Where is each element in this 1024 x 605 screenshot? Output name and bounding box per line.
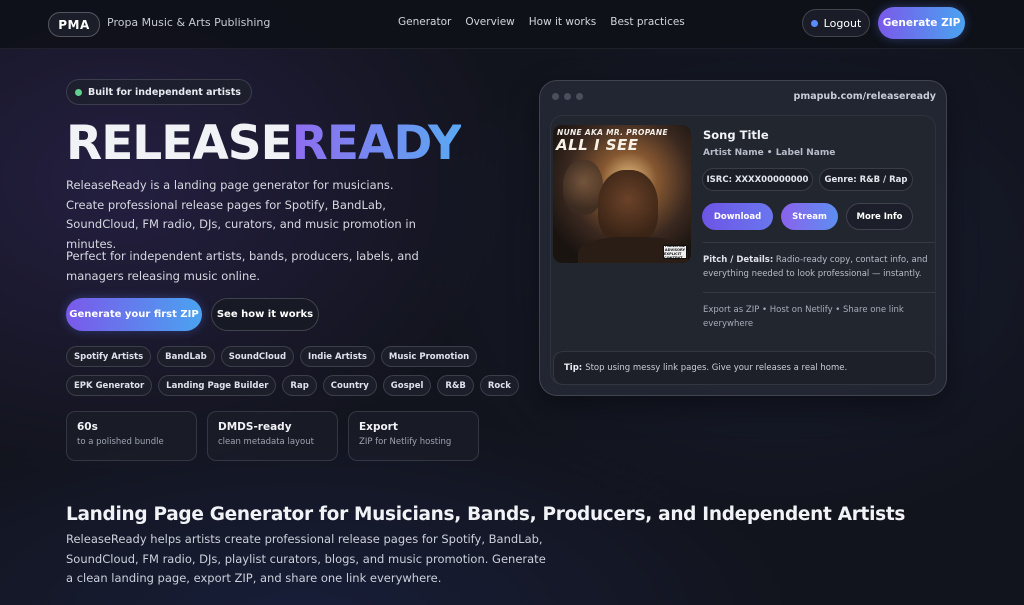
tag-soundcloud[interactable]: SoundCloud <box>220 346 295 367</box>
nav-link-generator[interactable]: Generator <box>398 16 451 28</box>
preview-url: pmapub.com/releaseready <box>793 91 936 102</box>
stat-card-speed: 60s to a polished bundle <box>66 411 197 461</box>
stats-row: 60s to a polished bundle DMDS-ready clea… <box>66 411 479 461</box>
parental-advisory-icon: PARENTAL ADVISORY EXPLICIT CONTENT <box>663 244 687 260</box>
tag-rnb[interactable]: R&B <box>437 375 474 396</box>
album-art-figure <box>563 160 603 215</box>
stat-title: DMDS-ready <box>218 421 292 433</box>
stream-button[interactable]: Stream <box>781 203 838 230</box>
brand-logo[interactable]: PMA <box>48 12 100 37</box>
song-title: Song Title <box>703 128 769 142</box>
window-dot-icon <box>576 93 583 100</box>
tip-box: Tip: Stop using messy link pages. Give y… <box>553 351 936 385</box>
tag-music-promotion[interactable]: Music Promotion <box>380 346 478 367</box>
genre-pill: Genre: R&B / Rap <box>819 168 913 191</box>
main-nav: Generator Overview How it works Best pra… <box>398 16 685 28</box>
logout-label: Logout <box>823 16 862 30</box>
pitch-details: Pitch / Details: Radio-ready copy, conta… <box>703 253 929 281</box>
release-page-preview: pmapub.com/releaseready NUNE AKA MR. PRO… <box>539 80 947 396</box>
tag-epk-generator[interactable]: EPK Generator <box>66 375 153 396</box>
stat-subtitle: to a polished bundle <box>77 437 164 447</box>
nav-link-overview[interactable]: Overview <box>465 16 514 28</box>
stat-card-dmds: DMDS-ready clean metadata layout <box>207 411 338 461</box>
see-how-it-works-button[interactable]: See how it works <box>211 298 319 331</box>
generate-first-zip-button[interactable]: Generate your first ZIP <box>66 298 202 331</box>
tag-rap[interactable]: Rap <box>282 375 317 396</box>
brand-name: Propa Music & Arts Publishing <box>107 16 271 29</box>
audience-badge: Built for independent artists <box>66 79 252 105</box>
isrc-pill: ISRC: XXXX00000000 <box>702 168 813 191</box>
album-cover-image: NUNE AKA MR. PROPANE ALL I SEE PARENTAL … <box>553 125 691 263</box>
tag-rock[interactable]: Rock <box>479 375 519 396</box>
hero-title-ready: READY <box>291 116 462 171</box>
stat-title: 60s <box>77 421 98 433</box>
section-description: ReleaseReady helps artists create profes… <box>66 532 546 585</box>
tip-text: Stop using messy link pages. Give your r… <box>585 363 848 373</box>
hero-title: RELEASEREADY <box>66 114 462 174</box>
logout-button[interactable]: Logout <box>802 9 870 37</box>
tag-indie-artists[interactable]: Indie Artists <box>300 346 375 367</box>
tag-country[interactable]: Country <box>322 375 377 396</box>
export-info: Export as ZIP • Host on Netlify • Share … <box>703 305 904 329</box>
more-info-button[interactable]: More Info <box>846 203 913 230</box>
nav-link-best-practices[interactable]: Best practices <box>610 16 685 28</box>
artist-label-line: Artist Name • Label Name <box>703 148 836 158</box>
section-heading: Landing Page Generator for Musicians, Ba… <box>66 504 906 525</box>
hero-title-release: RELEASE <box>66 116 293 171</box>
top-navigation-bar: PMA Propa Music & Arts Publishing Genera… <box>0 0 1024 49</box>
green-dot-icon <box>75 88 82 96</box>
divider <box>703 242 935 243</box>
advisory-text: EXPLICIT CONTENT <box>664 252 683 260</box>
hero-description-secondary: Perfect for independent artists, bands, … <box>66 249 419 283</box>
stat-card-export: Export ZIP for Netlify hosting <box>348 411 479 461</box>
tag-bandlab[interactable]: BandLab <box>157 346 215 367</box>
status-dot-icon <box>810 19 818 27</box>
tag-spotify-artists[interactable]: Spotify Artists <box>66 346 152 367</box>
release-card: NUNE AKA MR. PROPANE ALL I SEE PARENTAL … <box>550 115 936 385</box>
album-art-figure <box>598 170 658 245</box>
stat-title: Export <box>359 421 398 433</box>
preview-browser-bar: pmapub.com/releaseready <box>540 81 946 111</box>
nav-link-how-it-works[interactable]: How it works <box>529 16 597 28</box>
window-dot-icon <box>552 93 559 100</box>
stat-subtitle: clean metadata layout <box>218 437 314 447</box>
audience-badge-label: Built for independent artists <box>88 86 241 98</box>
download-button[interactable]: Download <box>702 203 773 230</box>
tag-list: Spotify Artists BandLab SoundCloud Indie… <box>66 346 526 396</box>
window-dot-icon <box>564 93 571 100</box>
generate-zip-button[interactable]: Generate ZIP <box>878 7 965 39</box>
hero-description: ReleaseReady is a landing page generator… <box>66 178 416 251</box>
tag-gospel[interactable]: Gospel <box>382 375 432 396</box>
pitch-label: Pitch / Details: <box>703 255 774 265</box>
divider <box>703 292 935 293</box>
tip-label: Tip: <box>564 363 583 373</box>
tag-landing-page-builder[interactable]: Landing Page Builder <box>158 375 277 396</box>
stat-subtitle: ZIP for Netlify hosting <box>359 437 452 447</box>
album-art-title-text: ALL I SEE <box>556 136 639 154</box>
